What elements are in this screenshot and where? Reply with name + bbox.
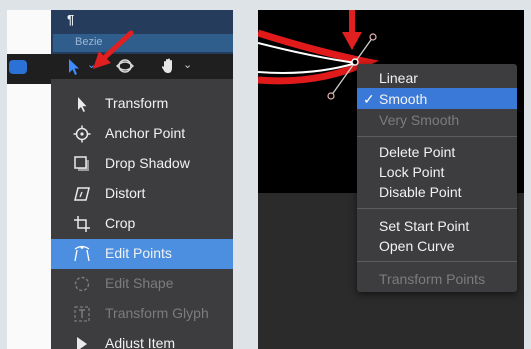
menu-item-disable-point[interactable]: Disable Point bbox=[357, 181, 517, 202]
checkmark-icon: ✓ bbox=[363, 91, 375, 107]
menu-separator bbox=[357, 261, 517, 262]
menu-item-label: Transform bbox=[105, 95, 169, 111]
menu-item-transform-glyph: Transform Glyph bbox=[51, 299, 233, 329]
menu-item-label: Edit Shape bbox=[105, 275, 174, 291]
menu-item-transform[interactable]: Transform bbox=[51, 89, 233, 119]
menu-item-label: Open Curve bbox=[379, 238, 455, 254]
hand-tool-icon[interactable] bbox=[159, 56, 179, 76]
menu-item-smooth[interactable]: ✓ Smooth bbox=[357, 88, 517, 109]
menu-item-crop[interactable]: Crop bbox=[51, 209, 233, 239]
distort-icon bbox=[74, 187, 90, 201]
menu-separator bbox=[357, 136, 517, 137]
annotation-arrow-icon bbox=[93, 30, 134, 69]
menu-item-label: Transform Points bbox=[379, 271, 486, 287]
menu-item-drop-shadow[interactable]: Drop Shadow bbox=[51, 149, 233, 179]
adjust-item-icon bbox=[77, 337, 87, 349]
menu-item-label: Edit Points bbox=[105, 245, 172, 261]
left-screenshot-panel: ¶ Bezie ⌄ ⌄ Transform Anchor Point Drop … bbox=[7, 10, 233, 349]
menu-item-label: Drop Shadow bbox=[105, 155, 190, 171]
menu-item-transform-points: Transform Points bbox=[357, 268, 517, 289]
menu-item-label: Smooth bbox=[379, 91, 428, 107]
menu-item-edit-shape: Edit Shape bbox=[51, 269, 233, 299]
bezier-handle-point bbox=[327, 92, 335, 100]
menu-item-anchor-point[interactable]: Anchor Point bbox=[51, 119, 233, 149]
menu-item-very-smooth: Very Smooth bbox=[357, 109, 517, 130]
menu-item-label: Lock Point bbox=[379, 164, 445, 180]
menu-item-lock-point[interactable]: Lock Point bbox=[357, 161, 517, 182]
menu-item-label: Anchor Point bbox=[105, 125, 186, 141]
menu-separator bbox=[357, 208, 517, 209]
paragraph-marker-icon: ¶ bbox=[67, 12, 75, 27]
chevron-down-icon[interactable]: ⌄ bbox=[183, 58, 192, 71]
edit-shape-icon bbox=[74, 276, 90, 292]
point-context-menu: Linear ✓ Smooth Very Smooth Delete Point… bbox=[357, 64, 517, 292]
bezier-handle-point bbox=[369, 33, 377, 41]
menu-item-set-start-point[interactable]: Set Start Point bbox=[357, 215, 517, 236]
right-screenshot-panel: Linear ✓ Smooth Very Smooth Delete Point… bbox=[258, 10, 524, 349]
menu-item-edit-points[interactable]: Edit Points bbox=[51, 239, 233, 269]
drop-shadow-icon bbox=[74, 156, 89, 171]
anchor-point-icon bbox=[73, 125, 91, 143]
menu-item-label: Delete Point bbox=[379, 144, 456, 160]
menu-item-linear[interactable]: Linear bbox=[357, 67, 517, 88]
menu-item-label: Crop bbox=[105, 215, 136, 231]
menu-item-distort[interactable]: Distort bbox=[51, 179, 233, 209]
menu-item-open-curve[interactable]: Open Curve bbox=[357, 235, 517, 256]
menu-item-delete-point[interactable]: Delete Point bbox=[357, 141, 517, 162]
menu-item-label: Linear bbox=[379, 70, 418, 86]
menu-item-label: Disable Point bbox=[379, 184, 462, 200]
pointer-arrow-icon bbox=[78, 97, 87, 112]
menu-item-adjust-item[interactable]: Adjust Item bbox=[51, 329, 233, 349]
crop-icon bbox=[74, 216, 90, 232]
transform-glyph-icon bbox=[74, 306, 90, 322]
menu-item-label: Transform Glyph bbox=[105, 305, 209, 321]
menu-item-label: Set Start Point bbox=[379, 218, 470, 234]
annotation-arrow-icon bbox=[342, 10, 362, 50]
menu-item-label: Very Smooth bbox=[379, 112, 460, 128]
select-tool-icon[interactable] bbox=[63, 56, 85, 78]
view-toggle-icon[interactable] bbox=[9, 60, 27, 74]
tool-dropdown-menu: Transform Anchor Point Drop Shadow Disto… bbox=[51, 79, 233, 349]
menu-item-label: Distort bbox=[105, 185, 146, 201]
menu-item-label: Adjust Item bbox=[105, 335, 176, 349]
edit-points-icon bbox=[74, 245, 90, 262]
